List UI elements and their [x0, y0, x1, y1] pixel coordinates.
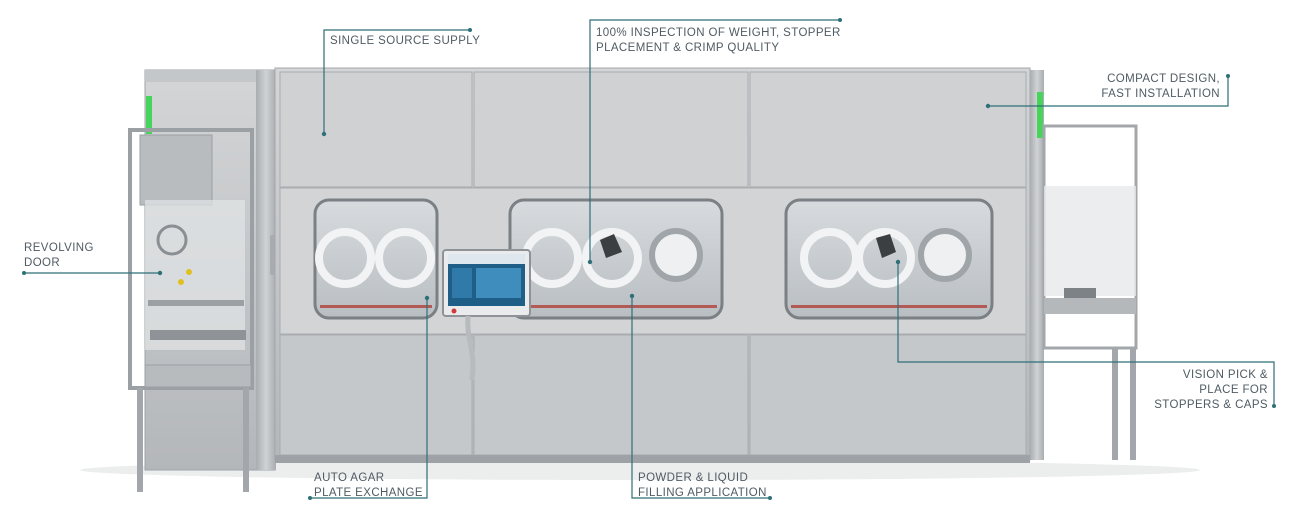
callout-compact-design: COMPACT DESIGN, FAST INSTALLATION: [1101, 73, 1220, 100]
window-left: [313, 198, 439, 320]
callout-auto-agar: AUTO AGAR PLATE EXCHANGE: [314, 472, 423, 499]
callout-powder-liquid: POWDER & LIQUID FILLING APPLICATION: [638, 472, 767, 499]
callout-vision-pick: VISION PICK & PLACE FOR STOPPERS & CAPS: [1154, 369, 1268, 411]
callout-inspection: 100% INSPECTION OF WEIGHT, STOPPER PLACE…: [596, 27, 841, 54]
window-center: [508, 198, 724, 320]
window-right: [784, 198, 994, 320]
callout-single-source-supply: SINGLE SOURCE SUPPLY: [330, 35, 481, 47]
callout-revolving-door: REVOLVING DOOR: [24, 242, 94, 269]
status-light-right: [1037, 92, 1043, 138]
